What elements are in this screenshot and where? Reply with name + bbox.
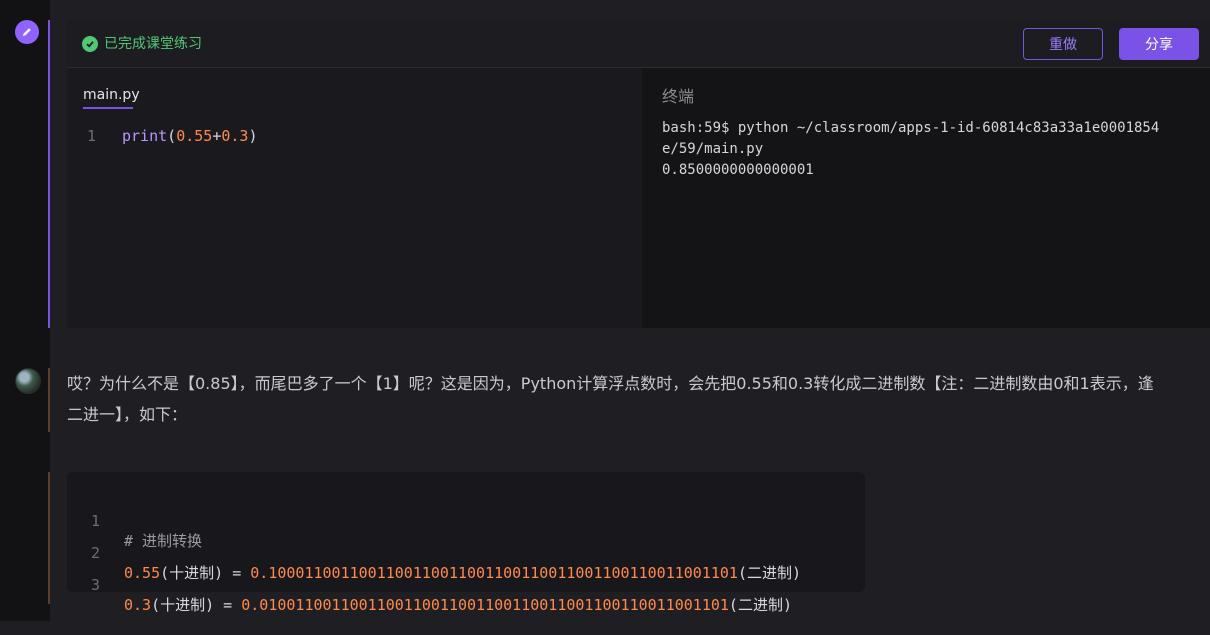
timeline-line-codeblock (48, 472, 50, 604)
timeline-line-exercise (48, 20, 50, 328)
active-tab-indicator (83, 107, 133, 109)
code-block-line: 3 0.3(十进制) = 0.0100110011001100110011001… (67, 555, 865, 614)
timeline-line-message (48, 368, 50, 432)
code-number-a: 0.55 (176, 127, 213, 145)
terminal-panel: 终端 bash:59$ python ~/classroom/apps-1-id… (642, 68, 1210, 328)
check-circle-icon (82, 36, 98, 52)
file-tab-main-py[interactable]: main.py (83, 87, 140, 103)
code-func: print (122, 127, 168, 145)
completion-status: 已完成课堂练习 (82, 36, 202, 52)
left-rail (0, 0, 50, 621)
redo-button[interactable]: 重做 (1023, 28, 1103, 60)
share-button[interactable]: 分享 (1119, 28, 1199, 60)
exercise-header: 已完成课堂练习 重做 分享 (67, 20, 1210, 68)
equals-sign: = (214, 596, 242, 614)
conversion-code-block: 1 # 进制转换 2 0.55(十进制) = 0.100011001100110… (67, 472, 865, 614)
code-paren-close: ) (248, 127, 258, 145)
explanation-paragraph: 哎？为什么不是【0.85】，而尾巴多了一个【1】呢？这是因为，Python计算浮… (67, 374, 1154, 424)
result-label: (二进制) (728, 596, 792, 614)
code-block-line: 1 # 进制转换 (67, 491, 865, 550)
status-text: 已完成课堂练习 (104, 36, 202, 52)
base-label: (十进制) (151, 596, 215, 614)
binary-value: 0.01001100110011001100110011001100110011… (241, 596, 729, 614)
line-number: 1 (87, 127, 97, 145)
code-paren-open: ( (167, 127, 177, 145)
code-editor[interactable]: main.py 1 print(0.55+0.3) (67, 68, 641, 328)
line-number: 3 (91, 576, 101, 594)
code-line: 1 print(0.55+0.3) (67, 126, 641, 146)
terminal-title: 终端 (662, 87, 695, 106)
code-block-line: 2 0.55(十进制) = 0.100011001100110011001100… (67, 523, 865, 582)
edit-icon (15, 20, 39, 44)
avatar (15, 368, 41, 394)
exercise-panel: 已完成课堂练习 重做 分享 main.py 1 print(0.55+0.3) … (67, 20, 1210, 328)
decimal-value: 0.3 (124, 596, 152, 614)
terminal-output: bash:59$ python ~/classroom/apps-1-id-60… (662, 120, 1160, 178)
code-number-b: 0.3 (221, 127, 249, 145)
code-operator: + (212, 127, 222, 145)
